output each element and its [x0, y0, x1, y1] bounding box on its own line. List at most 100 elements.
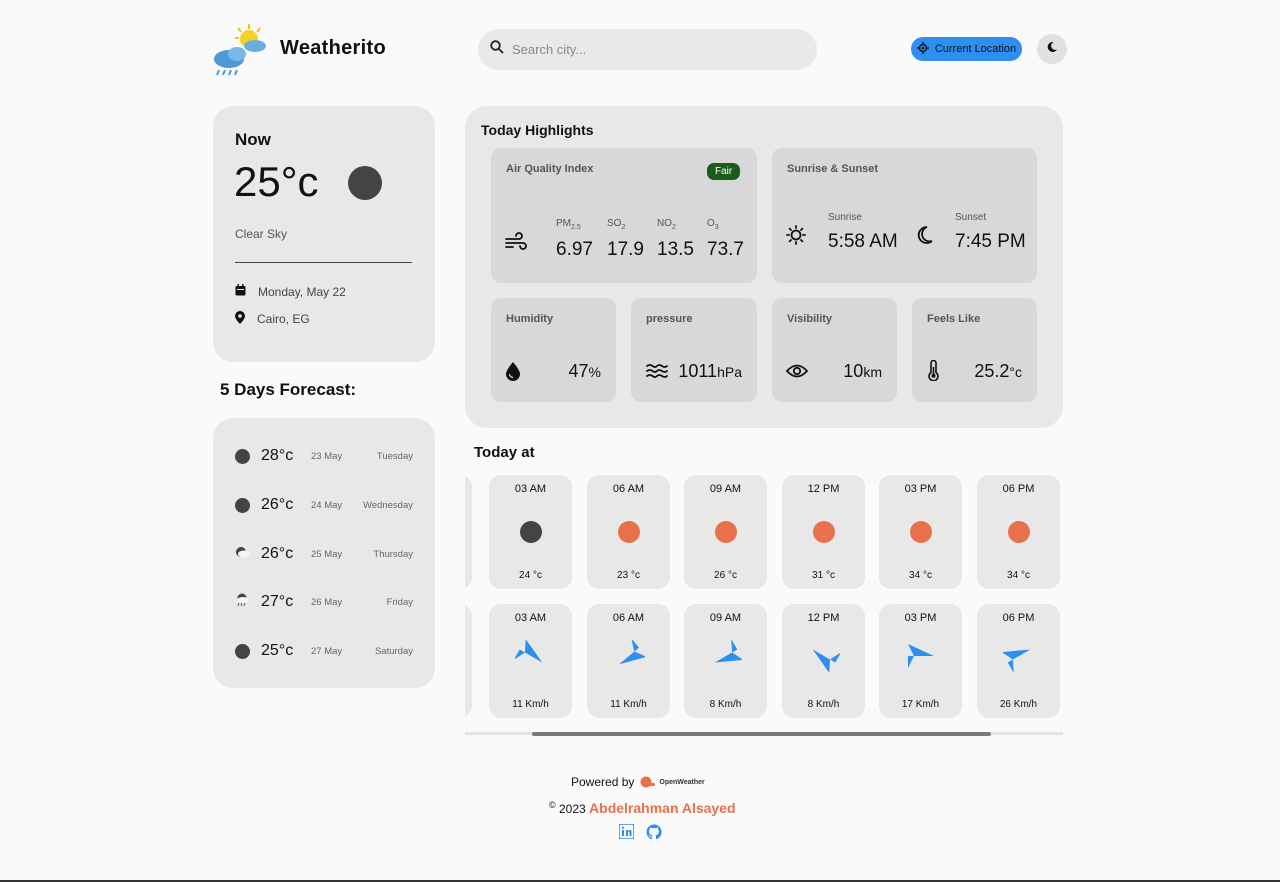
copyright: © 2023 Abdelrahman Alsayed — [549, 800, 736, 816]
forecast-card: 28°c 23 May Tuesday 26°c 24 May Wednesda… — [213, 418, 435, 688]
author-link[interactable]: Abdelrahman Alsayed — [589, 800, 736, 816]
wind-time: 03 PM — [904, 612, 937, 624]
search-bar[interactable] — [478, 29, 817, 70]
dark-circle-icon — [235, 497, 250, 513]
hourly-scroll-area[interactable]: 03 AM 24 °c 06 AM 23 °c 09 AM 26 °c 12 P… — [465, 475, 1063, 725]
current-temperature: 25°c — [234, 158, 319, 205]
openweather-text: OpenWeather — [659, 778, 705, 786]
aq-sub: 3 — [714, 224, 719, 231]
scrollbar-thumb[interactable] — [532, 732, 991, 736]
feels-like-unit: °c — [1009, 364, 1022, 380]
hourly-card: 09 AM 26 °c — [684, 475, 767, 589]
wind-card: 03 PM 17 Km/h — [879, 604, 962, 718]
aq-sub: 2.5 — [571, 224, 581, 231]
linkedin-icon[interactable] — [618, 823, 635, 845]
location-row: Cairo, EG — [235, 311, 310, 327]
current-weather-card: Now 25°c Clear Sky Monday, May 22 Cairo,… — [213, 106, 435, 362]
sun-icon — [813, 521, 835, 543]
pressure-unit: hPa — [717, 364, 742, 380]
pressure-label: pressure — [646, 313, 693, 325]
search-input[interactable] — [512, 42, 802, 57]
sunrise-label: Sunrise — [828, 212, 862, 223]
clear-night-icon — [348, 166, 382, 200]
humidity-label: Humidity — [506, 313, 554, 325]
search-icon — [490, 40, 504, 59]
wind-card: 03 AM 11 Km/h — [489, 604, 572, 718]
aq-name: PM — [556, 218, 571, 229]
openweather-logo[interactable]: OpenWeather — [640, 776, 705, 788]
current-date: Monday, May 22 — [258, 284, 346, 299]
forecast-row: 28°c 23 May Tuesday — [235, 446, 413, 466]
sun-icon — [618, 521, 640, 543]
forecast-day: Thursday — [373, 548, 413, 560]
weather-description: Clear Sky — [235, 227, 288, 241]
air-quality-tile: Air Quality Index Fair PM2.5 6.97 SO2 17… — [491, 148, 757, 283]
sunset-time: 7:45 PM — [955, 231, 1026, 252]
visibility-value: 10km — [843, 361, 882, 382]
crosshair-icon — [916, 41, 929, 57]
current-location-label: Current Location — [934, 43, 1017, 55]
copyright-year: 2023 — [558, 802, 586, 816]
aq-no2: NO2 13.5 — [657, 218, 694, 261]
hour-temp: 26 °c — [714, 570, 737, 581]
hour-time: 06 PM — [1002, 483, 1035, 495]
social-links — [618, 823, 662, 845]
openweather-icon — [640, 776, 656, 788]
aq-value: 73.7 — [707, 239, 744, 260]
pressure-number: 1011 — [678, 361, 718, 381]
map-pin-icon — [235, 311, 245, 327]
aq-value: 6.97 — [556, 239, 593, 260]
hour-temp: 34 °c — [909, 570, 932, 581]
forecast-row: 25°c 27 May Saturday — [235, 641, 413, 661]
sun-icon — [715, 521, 737, 543]
wind-direction-icon — [714, 640, 742, 663]
powered-by-label: Powered by — [571, 775, 635, 789]
sunset-block: Sunset 7:45 PM — [955, 212, 1026, 253]
wind-speed: 11 Km/h — [610, 699, 647, 710]
forecast-date: 23 May — [311, 450, 343, 462]
hour-time: 09 AM — [709, 483, 742, 495]
current-location-button[interactable]: Current Location — [911, 37, 1022, 61]
pressure-tile: pressure 1011hPa — [631, 298, 757, 402]
visibility-number: 10 — [843, 361, 864, 381]
wind-direction-icon — [1003, 649, 1031, 672]
moon-icon — [917, 226, 933, 249]
moon-icon — [1046, 40, 1058, 58]
hour-time: 03 PM — [904, 483, 937, 495]
github-icon[interactable] — [646, 824, 662, 845]
current-location: Cairo, EG — [257, 312, 310, 326]
forecast-date: 25 May — [311, 548, 343, 560]
hourly-card-partial — [465, 475, 472, 589]
hour-temp: 23 °c — [617, 570, 640, 581]
pressure-value: 1011hPa — [678, 361, 742, 382]
brand-name[interactable]: Weatherito — [280, 37, 386, 60]
sun-label: Sunrise & Sunset — [787, 163, 879, 175]
copyright-symbol: © — [549, 800, 556, 810]
theme-toggle-button[interactable] — [1037, 34, 1067, 64]
aq-so2: SO2 17.9 — [607, 218, 644, 261]
forecast-temp: 26°c — [261, 545, 294, 562]
wind-speed: 26 Km/h — [999, 699, 1038, 710]
sun-icon — [786, 225, 806, 250]
hour-time: 06 AM — [612, 483, 645, 495]
wind-speed: 8 Km/h — [807, 699, 840, 710]
hourly-card: 03 PM 34 °c — [879, 475, 962, 589]
air-quality-label: Air Quality Index — [506, 163, 594, 175]
now-title: Now — [235, 130, 271, 149]
wind-card: 06 PM 26 Km/h — [977, 604, 1060, 718]
wind-direction-icon — [515, 640, 543, 663]
forecast-day: Saturday — [374, 645, 413, 657]
hour-temp: 24 °c — [519, 570, 542, 581]
wind-time: 06 AM — [612, 612, 645, 624]
forecast-title: 5 Days Forecast: — [220, 380, 357, 399]
sunset-label: Sunset — [955, 212, 987, 223]
wind-time: 06 PM — [1002, 612, 1035, 624]
wind-icon — [505, 232, 527, 257]
hour-time: 03 AM — [514, 483, 547, 495]
wind-direction-icon — [619, 640, 645, 665]
hour-time: 12 PM — [807, 483, 840, 495]
aqi-status-badge: Fair — [707, 163, 741, 180]
wind-speed: 11 Km/h — [512, 699, 549, 710]
wind-card: 06 AM 11 Km/h — [587, 604, 670, 718]
aq-pm25: PM2.5 6.97 — [556, 218, 593, 261]
